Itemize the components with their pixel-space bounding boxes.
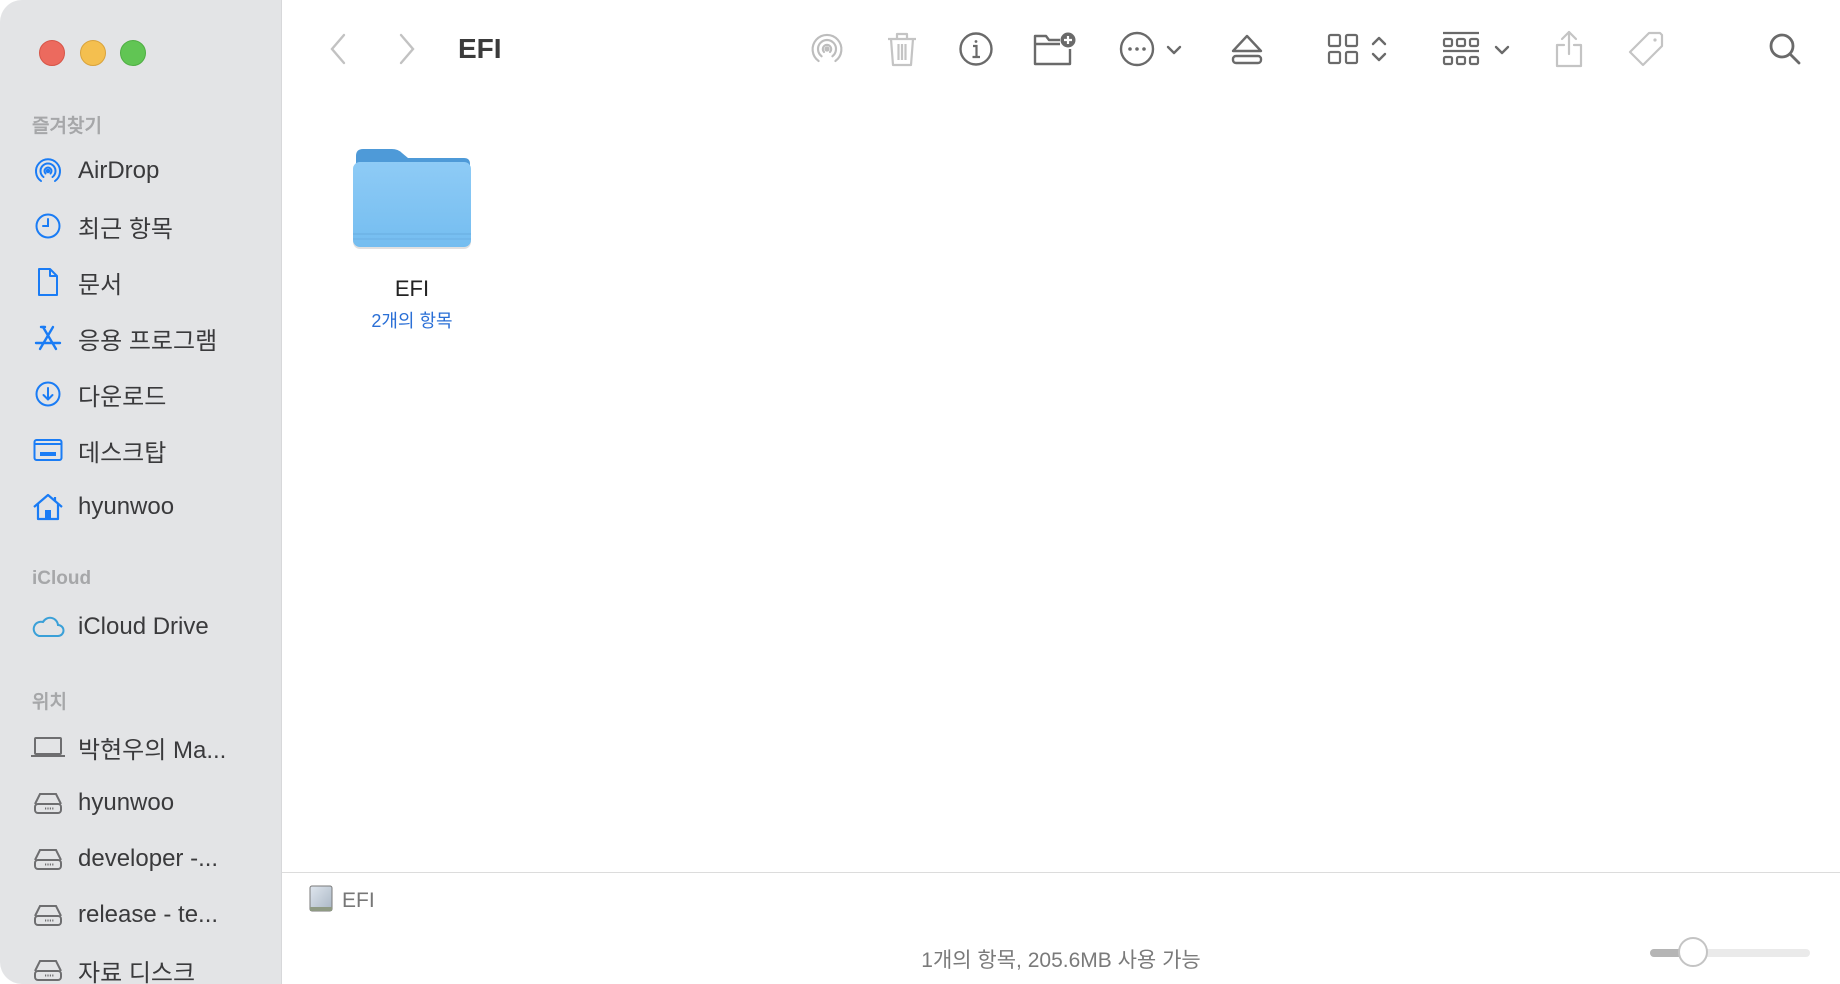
delete-button[interactable] (884, 30, 920, 72)
chevron-updown-icon (1371, 34, 1387, 69)
icon-size-slider[interactable] (1650, 937, 1810, 967)
group-by-button[interactable] (1442, 30, 1516, 72)
folder-item-count: 2개의 항목 (371, 311, 453, 331)
finder-window: 즐겨찾기 AirDrop 최근 항목 문서 응용 프로그램 다운로드 데스크탑 … (0, 0, 1840, 984)
drive-icon (30, 954, 66, 984)
search-icon (1768, 32, 1802, 71)
airdrop-button[interactable] (807, 30, 847, 72)
sidebar-item-label: 최근 항목 (78, 215, 173, 243)
sidebar-item-drive-developer[interactable]: developer -... (30, 837, 266, 881)
drive-icon (30, 899, 66, 931)
sidebar-item-drive-release[interactable]: release - te... (30, 893, 266, 937)
section-header-favorites: 즐겨찾기 (32, 116, 102, 137)
sidebar-item-label: 다운로드 (78, 383, 167, 411)
ellipsis-circle-icon (1118, 30, 1156, 73)
sidebar-item-icloud-drive[interactable]: iCloud Drive (30, 605, 266, 649)
section-header-locations: 위치 (32, 692, 67, 713)
clock-icon (30, 210, 66, 242)
icon-grid-icon (1327, 33, 1359, 70)
folder-name: EFI (394, 276, 430, 301)
group-icon (1442, 31, 1480, 72)
desktop-icon (30, 434, 66, 466)
share-icon (1553, 29, 1585, 74)
share-button[interactable] (1551, 30, 1587, 72)
tag-icon (1627, 30, 1665, 73)
minimize-button[interactable] (80, 40, 106, 66)
more-actions-button[interactable] (1118, 30, 1190, 72)
status-text: 1개의 항목, 205.6MB 사용 가능 (921, 949, 1201, 972)
sidebar-item-drive-hyunwoo[interactable]: hyunwoo (30, 781, 266, 825)
sidebar-item-label: hyunwoo (78, 493, 175, 520)
status-bar: 1개의 항목, 205.6MB 사용 가능 (282, 929, 1840, 984)
trash-icon (886, 31, 918, 72)
download-icon (30, 378, 66, 410)
sidebar-item-home[interactable]: hyunwoo (30, 485, 266, 529)
chevron-left-icon (328, 32, 348, 71)
sidebar-item-macintosh[interactable]: 박현우의 Ma... (30, 725, 266, 769)
laptop-icon (30, 731, 66, 763)
sidebar-item-documents[interactable]: 문서 (30, 260, 266, 304)
sidebar-item-label: 문서 (78, 271, 123, 299)
section-header-icloud: iCloud (32, 568, 92, 589)
applications-icon (30, 322, 66, 354)
sidebar-item-drive-data[interactable]: 자료 디스크 (30, 948, 266, 984)
sidebar-item-recents[interactable]: 최근 항목 (30, 204, 266, 248)
slider-knob[interactable] (1678, 937, 1709, 967)
new-folder-button[interactable] (1032, 30, 1078, 72)
sidebar-item-applications[interactable]: 응용 프로그램 (30, 316, 266, 360)
sidebar-item-label: iCloud Drive (78, 613, 209, 640)
chevron-down-icon (1494, 42, 1510, 60)
document-icon (30, 266, 66, 298)
airdrop-icon (809, 31, 845, 72)
chevron-right-icon (397, 32, 417, 71)
close-button[interactable] (39, 40, 65, 66)
eject-button[interactable] (1227, 30, 1267, 72)
new-folder-icon (1032, 31, 1078, 72)
get-info-button[interactable] (957, 30, 995, 72)
chevron-down-icon (1166, 42, 1182, 60)
sidebar: 즐겨찾기 AirDrop 최근 항목 문서 응용 프로그램 다운로드 데스크탑 … (0, 0, 282, 984)
path-item-label: EFI (342, 889, 375, 912)
search-button[interactable] (1766, 30, 1804, 72)
sidebar-item-label: hyunwoo (78, 789, 175, 816)
folder-icon (350, 146, 474, 257)
drive-icon (30, 843, 66, 875)
disk-icon (308, 885, 334, 918)
sidebar-item-label: 데스크탑 (78, 439, 167, 467)
airdrop-icon (30, 155, 66, 187)
back-button[interactable] (322, 30, 354, 72)
sidebar-item-label: 박현우의 Ma... (78, 736, 227, 764)
zoom-button[interactable] (120, 40, 146, 66)
sidebar-item-label: release - te... (78, 901, 219, 928)
sidebar-item-label: developer -... (78, 845, 219, 872)
forward-button[interactable] (391, 30, 423, 72)
drive-icon (30, 787, 66, 819)
path-bar: EFI (282, 872, 1840, 930)
tags-button[interactable] (1626, 30, 1666, 72)
view-mode-button[interactable] (1327, 30, 1399, 72)
window-title: EFI (458, 33, 502, 64)
home-icon (30, 491, 66, 523)
sidebar-item-downloads[interactable]: 다운로드 (30, 372, 266, 416)
cloud-icon (30, 611, 66, 643)
sidebar-item-label: 자료 디스크 (78, 959, 196, 984)
sidebar-item-airdrop[interactable]: AirDrop (30, 149, 266, 193)
path-item-efi[interactable]: EFI (308, 885, 375, 918)
sidebar-item-label: AirDrop (78, 157, 160, 184)
info-icon (958, 31, 994, 72)
eject-icon (1230, 32, 1264, 71)
sidebar-item-desktop[interactable]: 데스크탑 (30, 428, 266, 472)
sidebar-item-label: 응용 프로그램 (78, 327, 218, 355)
